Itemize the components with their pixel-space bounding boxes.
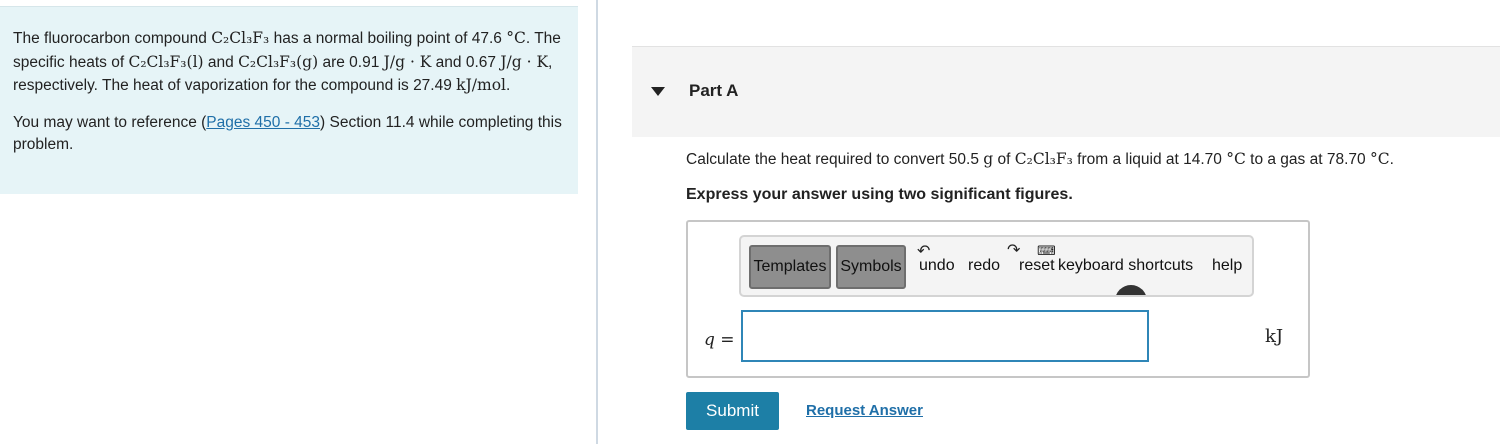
- redo-button[interactable]: redo: [968, 257, 1000, 275]
- answer-box: Templates Symbols ↶ ↷ ⌨ undo redo reset …: [686, 220, 1310, 378]
- panel-divider[interactable]: [596, 0, 598, 444]
- question-segment: to a gas at 78.70: [1245, 151, 1370, 168]
- compound-formula: C₂Cl₃F₃: [1014, 150, 1073, 168]
- keyboard-shortcuts-button[interactable]: keyboard shortcuts: [1058, 257, 1193, 275]
- answer-unit: kJ: [1265, 326, 1284, 347]
- reference-note: You may want to reference (Pages 450 - 4…: [13, 112, 564, 157]
- answer-input[interactable]: [741, 310, 1149, 362]
- question-text: Calculate the heat required to convert 5…: [686, 150, 1394, 169]
- statement-text: has a normal boiling point of 47.6: [269, 30, 507, 47]
- question-segment: Calculate the heat required to convert 5…: [686, 151, 984, 168]
- mass-unit: g: [983, 150, 994, 168]
- gas-formula: C₂Cl₃F₃(g): [238, 52, 319, 71]
- toolbar-decoration: [1115, 285, 1147, 295]
- statement-text: and: [203, 53, 239, 71]
- problem-statement: The fluorocarbon compound C₂Cl₃F₃ has a …: [13, 27, 564, 98]
- question-segment: of: [993, 151, 1015, 168]
- reference-text: You may want to reference (: [13, 113, 207, 131]
- instruction-text: Express your answer using two significan…: [686, 186, 1073, 203]
- reset-button[interactable]: reset: [1019, 257, 1055, 275]
- submit-button[interactable]: Submit: [686, 392, 779, 430]
- caret-down-icon[interactable]: [651, 87, 665, 96]
- answer-variable-label: q =: [704, 330, 735, 350]
- pages-reference-link[interactable]: Pages 450 - 453: [206, 114, 320, 131]
- degree-unit: °C: [1226, 150, 1246, 168]
- specific-heat-unit: J/g · K: [500, 52, 549, 71]
- part-title: Part A: [689, 81, 739, 100]
- vaporization-unit: kJ/mol: [456, 76, 506, 94]
- compound-formula: C₂Cl₃F₃: [211, 29, 270, 47]
- statement-text: and 0.67: [431, 53, 501, 71]
- statement-text: The fluorocarbon compound: [13, 30, 212, 47]
- statement-text: .: [506, 77, 511, 94]
- math-toolbar: Templates Symbols ↶ ↷ ⌨ undo redo reset …: [739, 235, 1254, 297]
- templates-button[interactable]: Templates: [749, 245, 831, 289]
- request-answer-link[interactable]: Request Answer: [806, 402, 923, 419]
- undo-button[interactable]: undo: [919, 257, 955, 275]
- problem-panel: The fluorocarbon compound C₂Cl₃F₃ has a …: [0, 6, 578, 194]
- statement-text: are 0.91: [318, 53, 384, 71]
- liquid-formula: C₂Cl₃F₃(l): [128, 52, 204, 71]
- help-button[interactable]: help: [1212, 257, 1242, 275]
- part-header[interactable]: Part A: [632, 46, 1500, 137]
- question-segment: .: [1389, 151, 1394, 168]
- degree-unit: °C: [506, 29, 526, 47]
- question-segment: from a liquid at 14.70: [1072, 151, 1227, 168]
- degree-unit: °C: [1369, 150, 1390, 168]
- specific-heat-unit: J/g · K: [383, 52, 432, 71]
- symbols-button[interactable]: Symbols: [836, 245, 906, 289]
